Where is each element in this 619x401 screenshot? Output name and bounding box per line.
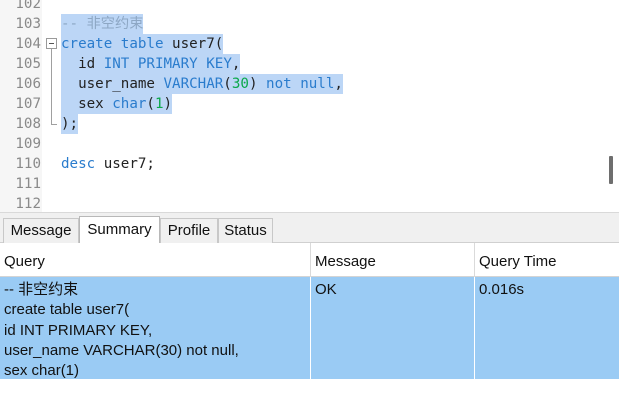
- line-number: 105: [15, 56, 41, 72]
- code-token: ,: [334, 76, 343, 92]
- cell-query[interactable]: -- 非空约束 create table user7( id INT PRIMA…: [0, 277, 311, 379]
- query-time-value: 0.016s: [479, 281, 525, 298]
- line-number: 111: [15, 176, 41, 192]
- code-line[interactable]: 102: [0, 0, 600, 14]
- cell-query-time[interactable]: 0.016s: [475, 277, 619, 379]
- code-text: user_name VARCHAR(30) not null,: [61, 74, 343, 94]
- code-token: user7(: [163, 36, 224, 52]
- table-header: Query Message Query Time: [0, 243, 619, 277]
- editor-vertical-scrollbar[interactable]: [604, 0, 619, 212]
- code-token: ): [248, 76, 267, 92]
- code-token: 30: [231, 76, 249, 92]
- column-header-message[interactable]: Message: [311, 243, 475, 277]
- query-text-line: create table user7(: [4, 301, 130, 319]
- code-line[interactable]: 107 sex char(1): [0, 94, 600, 114]
- scrollbar-thumb[interactable]: [609, 156, 613, 184]
- code-token: KEY: [206, 56, 232, 72]
- column-header-query[interactable]: Query: [0, 243, 311, 277]
- line-number: 104: [15, 36, 41, 52]
- code-token: 1: [154, 96, 164, 112]
- code-token: char: [112, 96, 147, 112]
- query-text-line: -- 非空约束: [4, 281, 79, 298]
- code-token: INT: [103, 56, 130, 72]
- code-line[interactable]: 103 -- 非空约束: [0, 14, 600, 34]
- line-number: 106: [15, 76, 41, 92]
- code-token: -- 非空约束: [61, 16, 144, 32]
- query-text-line: sex char(1): [4, 362, 80, 380]
- line-number: 108: [15, 116, 41, 132]
- line-number: 107: [15, 96, 41, 112]
- tab-status[interactable]: Status: [218, 218, 273, 244]
- code-text: sex char(1): [61, 94, 173, 114]
- code-token: VARCHAR: [163, 76, 224, 92]
- code-token: ,: [231, 56, 241, 72]
- line-number: 102: [15, 0, 41, 12]
- code-token: ): [163, 96, 173, 112]
- fold-guide: [51, 49, 52, 125]
- code-token: not: [266, 76, 292, 92]
- tab-summary[interactable]: Summary: [79, 216, 160, 244]
- fold-guide-end: [51, 124, 57, 125]
- code-token: PRIMARY: [137, 56, 198, 72]
- code-token: user7;: [95, 156, 155, 172]
- column-header-query-time[interactable]: Query Time: [475, 243, 619, 277]
- fold-toggle-icon[interactable]: [46, 38, 57, 49]
- line-number: 103: [15, 16, 41, 32]
- code-line[interactable]: 104 create table user7(: [0, 34, 600, 54]
- code-text: desc user7;: [61, 154, 155, 174]
- table-row[interactable]: -- 非空约束 create table user7( id INT PRIMA…: [0, 277, 619, 379]
- code-token: id: [61, 56, 104, 72]
- code-text: create table user7(: [61, 34, 224, 54]
- message-value: OK: [315, 281, 337, 298]
- code-token: user_name: [61, 76, 164, 92]
- result-tabbar: Message Summary Profile Status: [0, 212, 619, 244]
- line-number: 112: [15, 196, 41, 212]
- code-line[interactable]: 112: [0, 194, 600, 212]
- tab-profile[interactable]: Profile: [160, 218, 218, 244]
- line-number: 110: [15, 156, 41, 172]
- query-text-line: id INT PRIMARY KEY,: [4, 321, 153, 339]
- code-token: table: [120, 36, 164, 52]
- tab-message[interactable]: Message: [3, 218, 79, 244]
- line-number: 109: [15, 136, 41, 152]
- code-text: id INT PRIMARY KEY,: [61, 54, 241, 74]
- code-line[interactable]: 105 id INT PRIMARY KEY,: [0, 54, 600, 74]
- code-token: desc: [61, 156, 96, 172]
- code-line[interactable]: 106 user_name VARCHAR(30) not null,: [0, 74, 600, 94]
- code-token: null: [300, 76, 335, 92]
- cell-message[interactable]: OK: [311, 277, 475, 379]
- code-token: (: [223, 76, 232, 92]
- code-line[interactable]: 110 desc user7;: [0, 154, 600, 174]
- code-line[interactable]: 108);: [0, 114, 600, 134]
- code-token: sex: [61, 96, 113, 112]
- code-text: -- 非空约束: [61, 14, 144, 34]
- code-text: );: [61, 114, 79, 134]
- code-token: );: [61, 116, 79, 132]
- code-token: (: [146, 96, 155, 112]
- code-token: create: [61, 36, 113, 52]
- sql-editor[interactable]: 102 103 -- 非空约束 104 create table user7(105 i…: [0, 0, 619, 212]
- summary-result-grid: Query Message Query Time -- 非空约束 create …: [0, 243, 619, 401]
- code-line[interactable]: 111: [0, 174, 600, 194]
- query-text-line: user_name VARCHAR(30) not null,: [4, 341, 239, 359]
- code-line[interactable]: 109: [0, 134, 600, 154]
